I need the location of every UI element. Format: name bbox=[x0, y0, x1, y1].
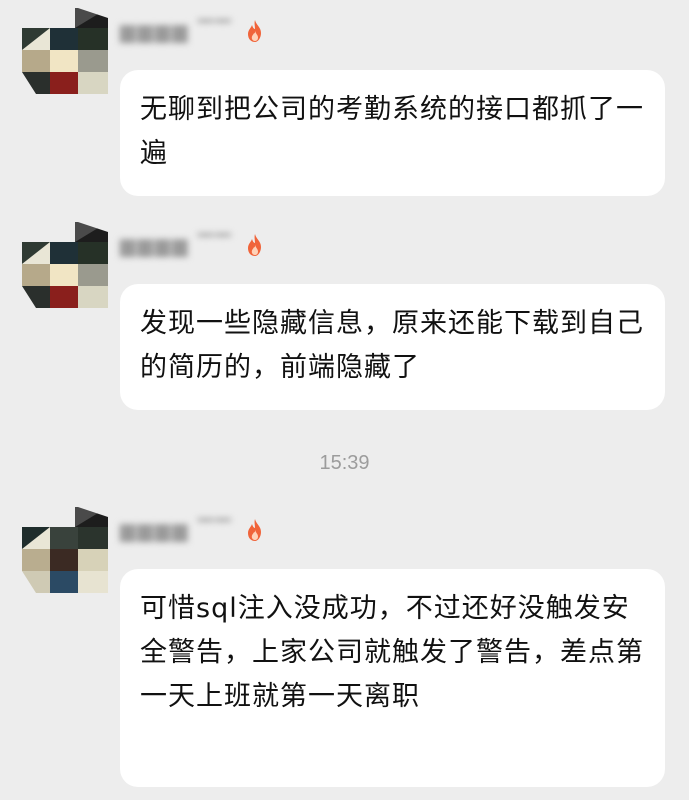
avatar[interactable] bbox=[22, 507, 108, 593]
avatar[interactable] bbox=[22, 222, 108, 308]
timestamp: 15:39 bbox=[319, 452, 370, 474]
sender-name[interactable]: ▆▆▆▆ ▔▔ bbox=[120, 19, 233, 43]
message-text: 可惜sql注入没成功，不过还好没触发安全警告，上家公司就触发了警告，差点第一天上… bbox=[140, 593, 644, 712]
message-bubble[interactable]: 无聊到把公司的考勤系统的接口都抓了一遍 bbox=[120, 70, 665, 196]
message-text: 发现一些隐藏信息，原来还能下载到自己的简历的，前端隐藏了 bbox=[140, 308, 644, 383]
fire-icon bbox=[247, 20, 261, 42]
sender-name[interactable]: ▆▆▆▆ ▔▔ bbox=[120, 518, 233, 542]
sender-info: ▆▆▆▆ ▔▔ bbox=[120, 18, 265, 44]
sender-name[interactable]: ▆▆▆▆ ▔▔ bbox=[120, 233, 233, 257]
chat-area: ▆▆▆▆ ▔▔ 无聊到把公司的考勤系统的接口都抓了一遍 ▆▆▆▆ ▔▔ 发现一些… bbox=[0, 0, 689, 800]
sender-info: ▆▆▆▆ ▔▔ bbox=[120, 232, 265, 258]
message-text: 无聊到把公司的考勤系统的接口都抓了一遍 bbox=[140, 94, 644, 169]
fire-icon bbox=[247, 234, 261, 256]
avatar[interactable] bbox=[22, 8, 108, 94]
sender-info: ▆▆▆▆ ▔▔ bbox=[120, 517, 265, 543]
fire-icon bbox=[247, 519, 261, 541]
message-bubble[interactable]: 发现一些隐藏信息，原来还能下载到自己的简历的，前端隐藏了 bbox=[120, 284, 665, 410]
message-bubble[interactable]: 可惜sql注入没成功，不过还好没触发安全警告，上家公司就触发了警告，差点第一天上… bbox=[120, 569, 665, 787]
